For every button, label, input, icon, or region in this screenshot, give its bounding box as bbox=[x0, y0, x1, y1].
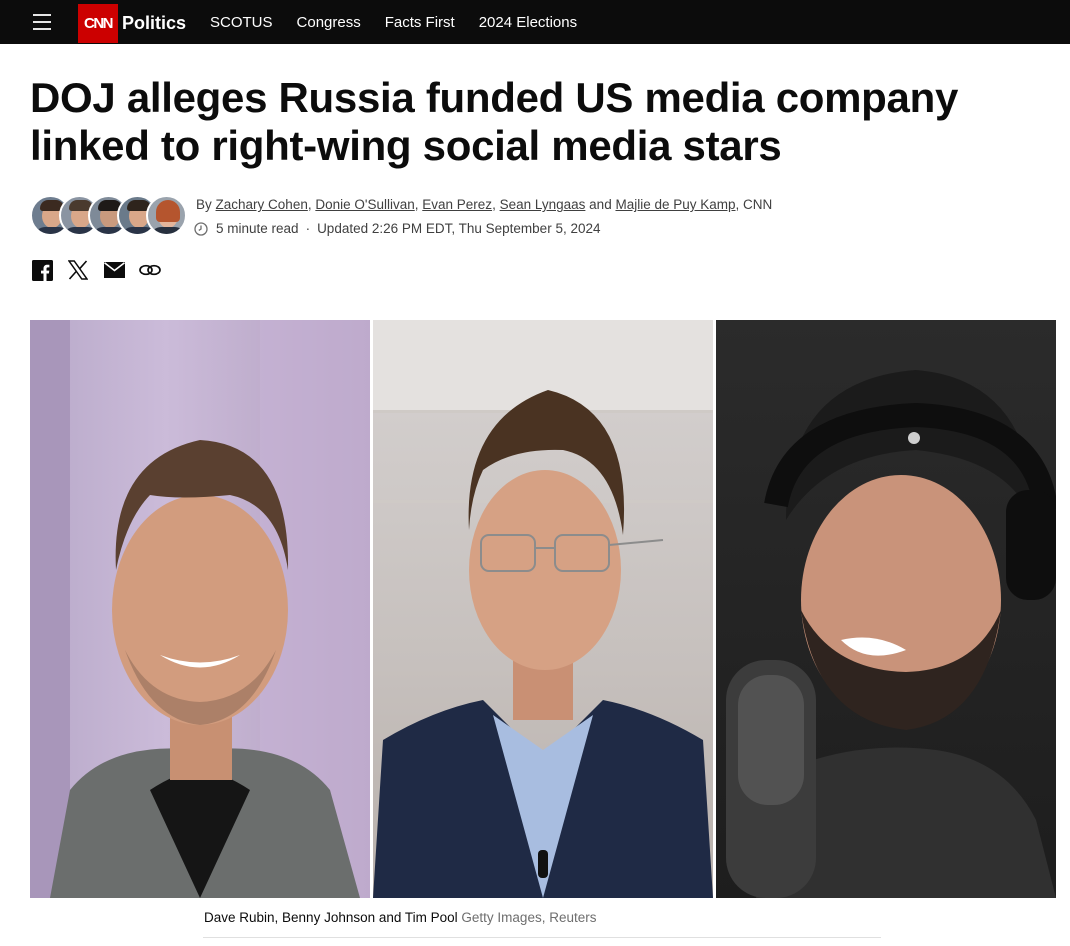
cnn-logo[interactable]: CNN bbox=[78, 4, 118, 43]
share-bar bbox=[31, 259, 175, 281]
caption-text: Dave Rubin, Benny Johnson and Tim Pool bbox=[204, 910, 458, 925]
email-icon[interactable] bbox=[103, 259, 125, 281]
byline: By Zachary Cohen, Donie O'Sullivan, Evan… bbox=[196, 197, 773, 212]
nav-links: SCOTUS Congress Facts First 2024 Electio… bbox=[210, 0, 601, 44]
nav-link-scotus[interactable]: SCOTUS bbox=[210, 14, 273, 31]
nav-link-congress[interactable]: Congress bbox=[297, 14, 361, 31]
nav-link-2024-elections[interactable]: 2024 Elections bbox=[479, 14, 577, 31]
byline-conjunction: and bbox=[589, 197, 612, 212]
article-headline: DOJ alleges Russia funded US media compa… bbox=[30, 74, 959, 169]
menu-icon[interactable] bbox=[33, 14, 51, 30]
author-link[interactable]: Donie O'Sullivan bbox=[315, 197, 414, 212]
author-avatars bbox=[30, 195, 190, 237]
image-caption: Dave Rubin, Benny Johnson and Tim Pool G… bbox=[204, 910, 596, 925]
photo-panel-right bbox=[716, 320, 1056, 898]
nav-link-facts-first[interactable]: Facts First bbox=[385, 14, 455, 31]
caption-credit: Getty Images, Reuters bbox=[461, 910, 597, 925]
byline-outlet: CNN bbox=[743, 197, 773, 212]
link-icon[interactable] bbox=[139, 259, 161, 281]
photo-panel-center bbox=[373, 320, 713, 898]
photo-panel-left bbox=[30, 320, 370, 898]
author-link[interactable]: Majlie de Puy Kamp bbox=[615, 197, 735, 212]
read-time: 5 minute read bbox=[216, 221, 299, 236]
facebook-icon[interactable] bbox=[31, 259, 53, 281]
updated-time: Updated 2:26 PM EDT, Thu September 5, 20… bbox=[317, 221, 601, 236]
byline-prefix: By bbox=[196, 197, 212, 212]
timestamp: 5 minute read · Updated 2:26 PM EDT, Thu… bbox=[194, 221, 600, 236]
x-icon[interactable] bbox=[67, 259, 89, 281]
separator: · bbox=[305, 221, 311, 236]
hero-image bbox=[30, 320, 1056, 898]
section-title[interactable]: Politics bbox=[122, 13, 186, 34]
top-nav: CNN Politics SCOTUS Congress Facts First… bbox=[0, 0, 1070, 44]
author-link[interactable]: Sean Lyngaas bbox=[500, 197, 586, 212]
clock-icon bbox=[194, 221, 208, 236]
author-link[interactable]: Zachary Cohen bbox=[216, 197, 308, 212]
brand[interactable]: CNN Politics bbox=[78, 4, 186, 43]
author-link[interactable]: Evan Perez bbox=[422, 197, 492, 212]
avatar[interactable] bbox=[146, 195, 187, 236]
divider bbox=[203, 937, 881, 938]
